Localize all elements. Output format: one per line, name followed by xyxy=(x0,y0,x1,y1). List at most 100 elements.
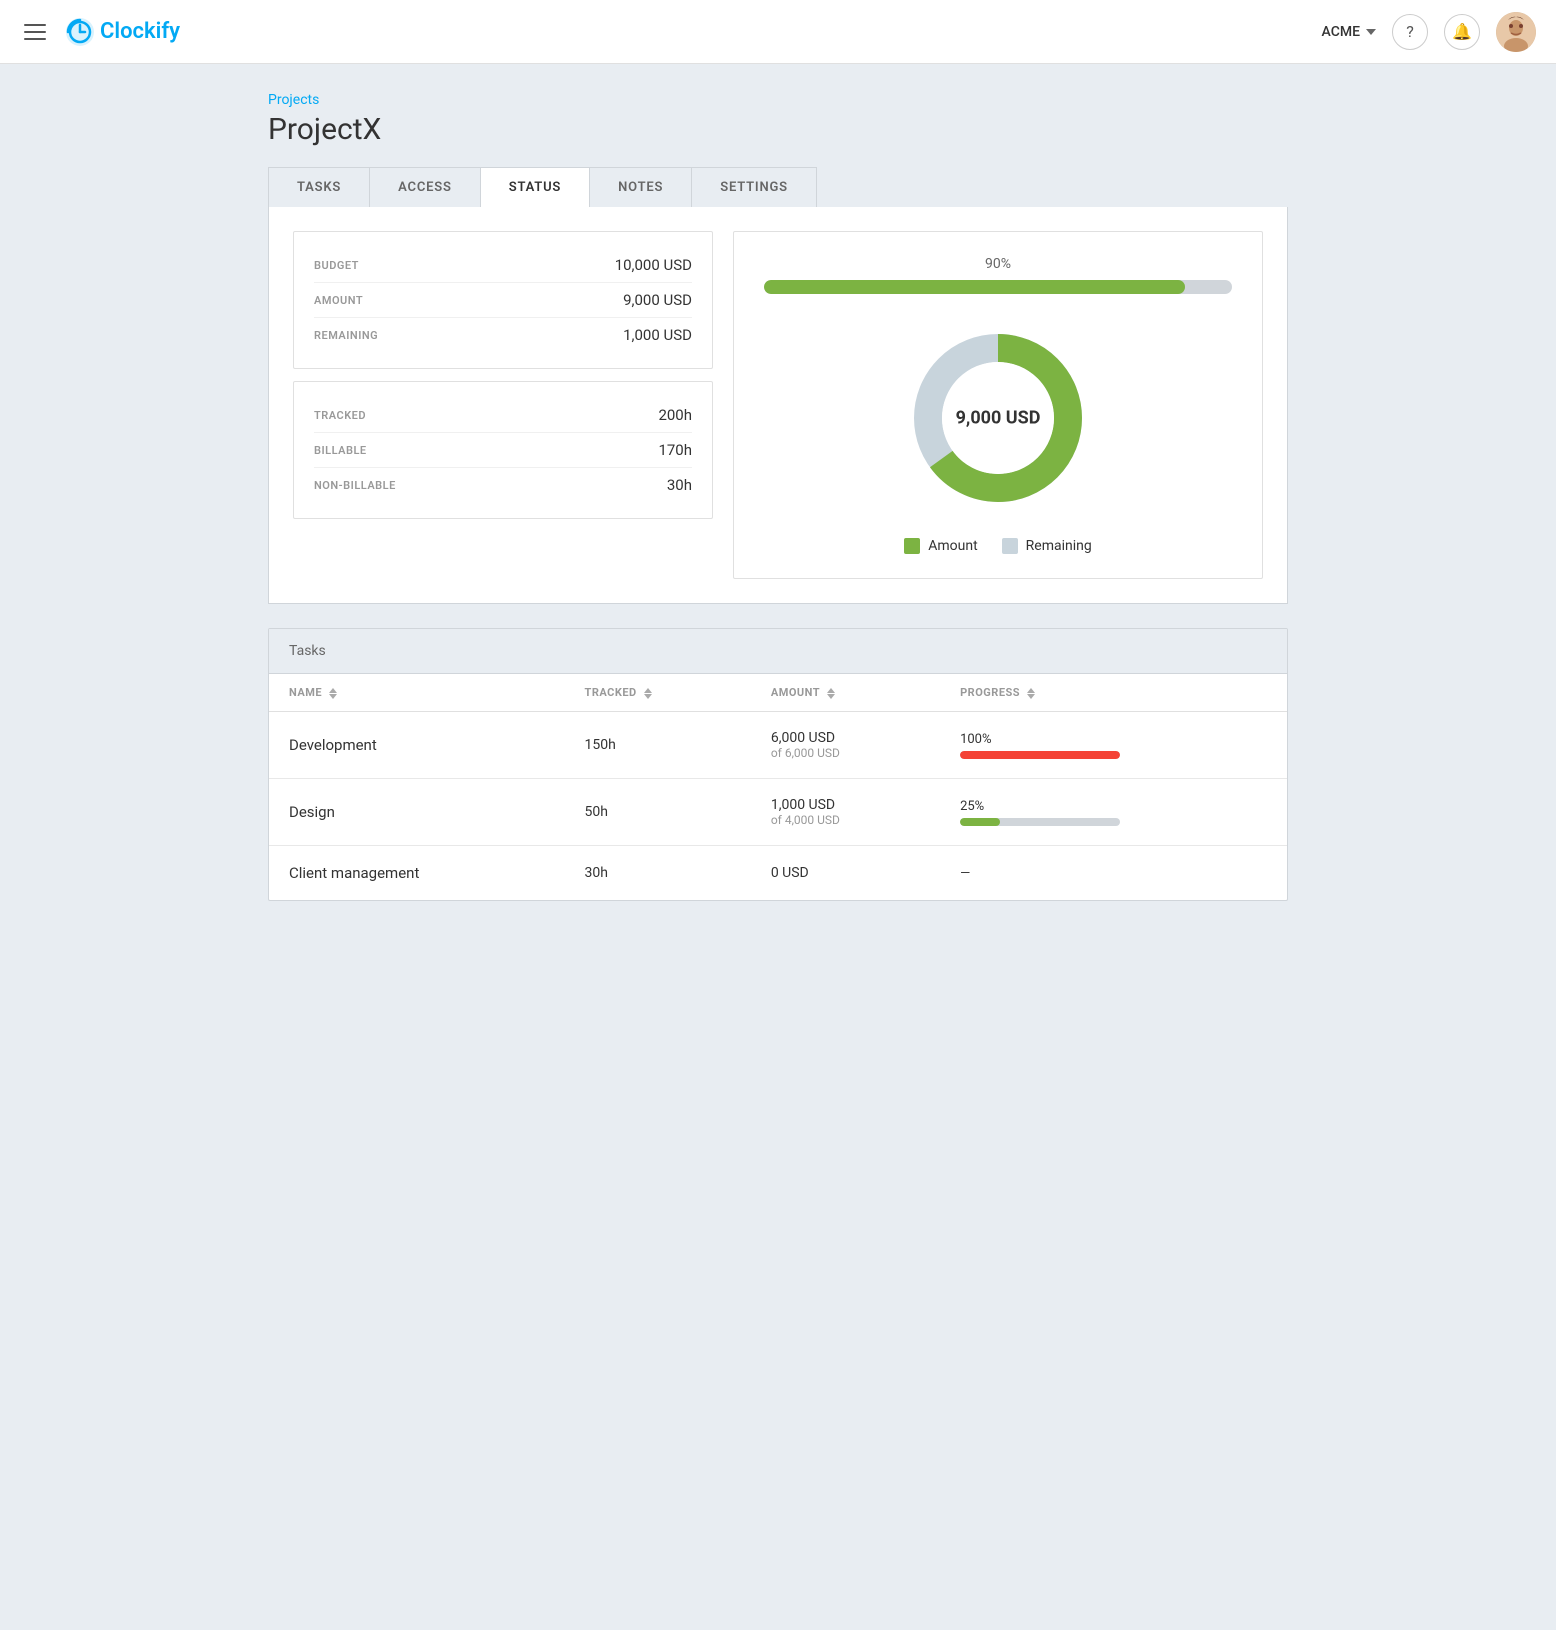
tracked-row: TRACKED 200h xyxy=(314,398,692,433)
legend-remaining-label: Remaining xyxy=(1026,538,1092,554)
hamburger-menu[interactable] xyxy=(20,20,50,44)
amount-row: AMOUNT 9,000 USD xyxy=(314,283,692,318)
progress-cell: 25% xyxy=(960,799,1267,826)
tab-access[interactable]: ACCESS xyxy=(370,167,481,207)
task-tracked-cell: 50h xyxy=(565,779,751,846)
chart-progress-bar xyxy=(764,280,1232,294)
app-header: Clockify ACME ? 🔔 xyxy=(0,0,1556,64)
notifications-button[interactable]: 🔔 xyxy=(1444,14,1480,50)
help-button[interactable]: ? xyxy=(1392,14,1428,50)
progress-label: — xyxy=(960,866,1267,881)
col-header-tracked[interactable]: TRACKED xyxy=(565,674,751,712)
sort-name-icon xyxy=(329,688,337,699)
bell-icon: 🔔 xyxy=(1452,22,1472,41)
chart-percent: 90% xyxy=(764,256,1232,272)
billable-value: 170h xyxy=(658,441,692,459)
table-row: Development 150h 6,000 USD of 6,000 USD … xyxy=(269,712,1287,779)
table-header-row: NAME TRACKED AMOUNT xyxy=(269,674,1287,712)
amount-cell: 1,000 USD of 4,000 USD xyxy=(771,797,920,827)
legend-remaining-color xyxy=(1002,538,1018,554)
col-header-name[interactable]: NAME xyxy=(269,674,565,712)
tab-settings[interactable]: SETTINGS xyxy=(692,167,817,207)
task-tracked-cell: 150h xyxy=(565,712,751,779)
progress-cell: 100% xyxy=(960,732,1267,759)
non-billable-row: NON-BILLABLE 30h xyxy=(314,468,692,502)
workspace-selector[interactable]: ACME xyxy=(1322,24,1376,40)
tabs-nav: TASKS ACCESS STATUS NOTES SETTINGS xyxy=(268,167,1288,207)
status-grid: BUDGET 10,000 USD AMOUNT 9,000 USD REMAI… xyxy=(293,231,1263,579)
task-name-cell: Development xyxy=(269,712,565,779)
col-header-amount[interactable]: AMOUNT xyxy=(751,674,940,712)
tasks-table: NAME TRACKED AMOUNT xyxy=(269,674,1287,900)
task-name: Development xyxy=(289,736,377,754)
amount-main: 6,000 USD xyxy=(771,730,920,746)
stats-left: BUDGET 10,000 USD AMOUNT 9,000 USD REMAI… xyxy=(293,231,713,579)
amount-cell: 6,000 USD of 6,000 USD xyxy=(771,730,920,760)
budget-value: 10,000 USD xyxy=(615,256,692,274)
sort-tracked-icon xyxy=(644,688,652,699)
logo-text: Clockify xyxy=(100,19,180,44)
tasks-section-header: Tasks xyxy=(269,629,1287,674)
remaining-row: REMAINING 1,000 USD xyxy=(314,318,692,352)
donut-center-value: 9,000 USD xyxy=(956,408,1041,429)
non-billable-value: 30h xyxy=(667,476,692,494)
amount-main: 0 USD xyxy=(771,865,920,881)
task-progress-bar xyxy=(960,818,1120,826)
task-progress-fill xyxy=(960,751,1120,759)
budget-box: BUDGET 10,000 USD AMOUNT 9,000 USD REMAI… xyxy=(293,231,713,369)
sort-progress-icon xyxy=(1027,688,1035,699)
task-tracked: 150h xyxy=(585,737,616,753)
billable-row: BILLABLE 170h xyxy=(314,433,692,468)
avatar-image xyxy=(1496,12,1536,52)
task-progress-bar xyxy=(960,751,1120,759)
tab-status[interactable]: STATUS xyxy=(481,167,590,207)
tab-tasks[interactable]: TASKS xyxy=(268,167,370,207)
billable-label: BILLABLE xyxy=(314,444,367,457)
workspace-name: ACME xyxy=(1322,24,1360,40)
logo[interactable]: Clockify xyxy=(64,16,180,48)
header-right: ACME ? 🔔 xyxy=(1322,12,1536,52)
task-tracked: 50h xyxy=(585,804,608,820)
task-name-cell: Design xyxy=(269,779,565,846)
budget-label: BUDGET xyxy=(314,259,359,272)
amount-main: 1,000 USD xyxy=(771,797,920,813)
task-name-cell: Client management xyxy=(269,846,565,901)
task-name: Design xyxy=(289,803,335,821)
task-tracked: 30h xyxy=(585,865,608,881)
task-tracked-cell: 30h xyxy=(565,846,751,901)
sort-amount-icon xyxy=(827,688,835,699)
chart-legend: Amount Remaining xyxy=(904,538,1092,554)
help-icon: ? xyxy=(1406,22,1414,41)
budget-row: BUDGET 10,000 USD xyxy=(314,248,692,283)
tracked-value: 200h xyxy=(658,406,692,424)
header-left: Clockify xyxy=(20,16,180,48)
progress-label: 100% xyxy=(960,732,1267,747)
user-avatar[interactable] xyxy=(1496,12,1536,52)
task-progress-cell: 25% xyxy=(940,779,1287,846)
non-billable-label: NON-BILLABLE xyxy=(314,479,396,492)
amount-label: AMOUNT xyxy=(314,294,363,307)
page-title: ProjectX xyxy=(268,112,1288,147)
legend-amount: Amount xyxy=(904,538,977,554)
progress-label: 25% xyxy=(960,799,1267,814)
task-progress-fill xyxy=(960,818,1000,826)
task-amount-cell: 1,000 USD of 4,000 USD xyxy=(751,779,940,846)
table-row: Client management 30h 0 USD — xyxy=(269,846,1287,901)
progress-cell: — xyxy=(960,866,1267,881)
tasks-section: Tasks NAME TRACKED xyxy=(268,628,1288,901)
legend-remaining: Remaining xyxy=(1002,538,1092,554)
task-amount-cell: 6,000 USD of 6,000 USD xyxy=(751,712,940,779)
remaining-label: REMAINING xyxy=(314,329,378,342)
tab-notes[interactable]: NOTES xyxy=(590,167,692,207)
col-header-progress[interactable]: PROGRESS xyxy=(940,674,1287,712)
chart-box: 90% 9,000 USD xyxy=(733,231,1263,579)
clockify-logo-icon xyxy=(64,16,96,48)
task-amount-cell: 0 USD xyxy=(751,846,940,901)
tracked-box: TRACKED 200h BILLABLE 170h NON-BILLABLE … xyxy=(293,381,713,519)
workspace-arrow-icon xyxy=(1366,29,1376,35)
breadcrumb[interactable]: Projects xyxy=(268,92,1288,108)
amount-sub: of 6,000 USD xyxy=(771,746,920,760)
task-progress-cell: — xyxy=(940,846,1287,901)
task-name: Client management xyxy=(289,864,419,882)
amount-value: 9,000 USD xyxy=(623,291,692,309)
